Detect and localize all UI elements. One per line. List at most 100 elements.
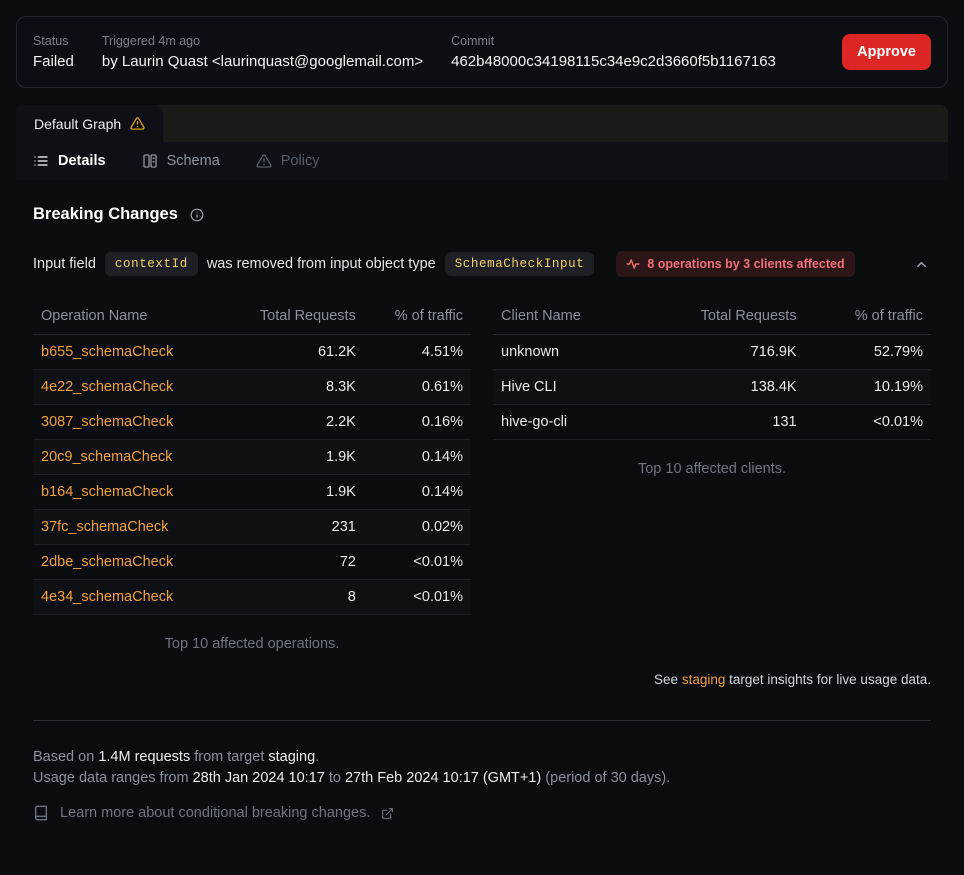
usage-target-value: staging xyxy=(268,749,315,765)
usage-summary-line: Based on 1.4M requests from target stagi… xyxy=(33,747,931,768)
operation-link[interactable]: 37fc_schemaCheck xyxy=(41,519,168,535)
table-row: 20c9_schemaCheck 1.9K 0.14% xyxy=(33,440,471,475)
operation-link[interactable]: 20c9_schemaCheck xyxy=(41,449,172,465)
client-name-cell: hive-go-cli xyxy=(493,405,637,440)
usage-footer: Based on 1.4M requests from target stagi… xyxy=(33,747,931,824)
commit-label: Commit xyxy=(451,33,776,49)
graph-tab-label: Default Graph xyxy=(34,116,121,132)
column-traffic: % of traffic xyxy=(364,301,471,335)
requests-cell: 8 xyxy=(222,580,364,615)
tab-schema[interactable]: Schema xyxy=(142,153,220,169)
affected-badge-label: 8 operations by 3 clients affected xyxy=(647,257,844,271)
requests-cell: 1.9K xyxy=(222,440,364,475)
usage-range-line: Usage data ranges from 28th Jan 2024 10:… xyxy=(33,768,931,789)
usage-to-word: to xyxy=(329,770,341,786)
table-row: hive-go-cli 131 <0.01% xyxy=(493,405,931,440)
list-icon xyxy=(33,153,49,169)
breaking-changes-header: Breaking Changes xyxy=(33,205,931,224)
traffic-cell: 0.61% xyxy=(364,370,471,405)
learn-more-link[interactable]: Learn more about conditional breaking ch… xyxy=(33,803,931,824)
chevron-up-icon[interactable] xyxy=(912,255,931,274)
traffic-cell: <0.01% xyxy=(364,580,471,615)
tab-policy[interactable]: Policy xyxy=(256,153,320,169)
table-row: 2dbe_schemaCheck 72 <0.01% xyxy=(33,545,471,580)
operation-link[interactable]: 4e22_schemaCheck xyxy=(41,379,173,395)
operation-link[interactable]: 3087_schemaCheck xyxy=(41,414,173,430)
table-row: 37fc_schemaCheck 231 0.02% xyxy=(33,510,471,545)
requests-cell: 61.2K xyxy=(222,335,364,370)
section-divider xyxy=(33,720,931,721)
insights-suffix: target insights for live usage data. xyxy=(729,672,931,687)
requests-cell: 138.4K xyxy=(637,370,805,405)
requests-cell: 72 xyxy=(222,545,364,580)
insights-prefix: See xyxy=(654,672,678,687)
clients-caption: Top 10 affected clients. xyxy=(493,461,931,477)
usage-based-prefix: Based on xyxy=(33,749,94,765)
external-link-icon xyxy=(381,807,394,820)
table-row: b655_schemaCheck 61.2K 4.51% xyxy=(33,335,471,370)
column-total-requests: Total Requests xyxy=(222,301,364,335)
column-total-requests: Total Requests xyxy=(637,301,805,335)
traffic-cell: <0.01% xyxy=(805,405,931,440)
table-row: 4e22_schemaCheck 8.3K 0.61% xyxy=(33,370,471,405)
staging-target-link[interactable]: staging xyxy=(682,672,726,687)
details-content: Breaking Changes Input field contextId w… xyxy=(16,180,948,824)
traffic-cell: 0.14% xyxy=(364,440,471,475)
requests-cell: 231 xyxy=(222,510,364,545)
usage-requests-value: 1.4M requests xyxy=(98,749,190,765)
section-title: Breaking Changes xyxy=(33,205,178,224)
triggered-by: by Laurin Quast <laurinquast@googlemail.… xyxy=(102,52,423,72)
usage-range-prefix: Usage data ranges from xyxy=(33,770,189,786)
table-row: b164_schemaCheck 1.9K 0.14% xyxy=(33,475,471,510)
operations-table: Operation Name Total Requests % of traff… xyxy=(33,301,471,652)
client-name-cell: Hive CLI xyxy=(493,370,637,405)
tab-default-graph[interactable]: Default Graph xyxy=(16,105,163,142)
columns-icon xyxy=(142,153,158,169)
commit-hash: 462b48000c34198115c34e9c2d3660f5b1167163 xyxy=(451,52,776,72)
warning-triangle-icon xyxy=(256,153,272,169)
client-name-cell: unknown xyxy=(493,335,637,370)
usage-date-from: 28th Jan 2024 10:17 xyxy=(193,770,325,786)
check-nav: Details Schema Policy xyxy=(16,142,948,180)
insights-note: See staging target insights for live usa… xyxy=(33,672,931,687)
check-header-card: Status Failed Triggered 4m ago by Laurin… xyxy=(16,16,948,88)
field-code-chip: contextId xyxy=(105,252,198,276)
table-row: 3087_schemaCheck 2.2K 0.16% xyxy=(33,405,471,440)
traffic-cell: 4.51% xyxy=(364,335,471,370)
column-client-name: Client Name xyxy=(493,301,637,335)
type-code-chip: SchemaCheckInput xyxy=(445,252,595,276)
traffic-cell: <0.01% xyxy=(364,545,471,580)
table-row: 4e34_schemaCheck 8 <0.01% xyxy=(33,580,471,615)
operation-link[interactable]: b655_schemaCheck xyxy=(41,344,173,360)
operations-header-row: Operation Name Total Requests % of traff… xyxy=(33,301,471,335)
info-icon[interactable] xyxy=(190,208,204,222)
change-text-middle: was removed from input object type xyxy=(207,256,436,272)
operation-link[interactable]: 2dbe_schemaCheck xyxy=(41,554,173,570)
usage-date-to: 27th Feb 2024 10:17 (GMT+1) xyxy=(345,770,541,786)
status-block: Status Failed xyxy=(33,33,74,72)
requests-cell: 1.9K xyxy=(222,475,364,510)
graph-tab-strip: Default Graph xyxy=(16,105,948,142)
requests-cell: 8.3K xyxy=(222,370,364,405)
traffic-cell: 52.79% xyxy=(805,335,931,370)
change-text-prefix: Input field xyxy=(33,256,96,272)
table-row: unknown 716.9K 52.79% xyxy=(493,335,931,370)
book-icon xyxy=(33,805,49,821)
operations-caption: Top 10 affected operations. xyxy=(33,636,471,652)
operation-link[interactable]: 4e34_schemaCheck xyxy=(41,589,173,605)
breaking-change-row: Input field contextId was removed from i… xyxy=(33,251,931,277)
column-operation-name: Operation Name xyxy=(33,301,222,335)
tab-schema-label: Schema xyxy=(167,153,220,169)
triggered-block: Triggered 4m ago by Laurin Quast <laurin… xyxy=(102,33,423,72)
affected-operations-badge[interactable]: 8 operations by 3 clients affected xyxy=(616,251,854,277)
tab-details[interactable]: Details xyxy=(33,153,106,169)
requests-cell: 131 xyxy=(637,405,805,440)
tab-details-label: Details xyxy=(58,153,106,169)
clients-table: Client Name Total Requests % of traffic … xyxy=(493,301,931,652)
traffic-cell: 0.02% xyxy=(364,510,471,545)
triggered-label: Triggered 4m ago xyxy=(102,33,423,49)
requests-cell: 2.2K xyxy=(222,405,364,440)
status-label: Status xyxy=(33,33,74,49)
approve-button[interactable]: Approve xyxy=(842,34,931,70)
operation-link[interactable]: b164_schemaCheck xyxy=(41,484,173,500)
